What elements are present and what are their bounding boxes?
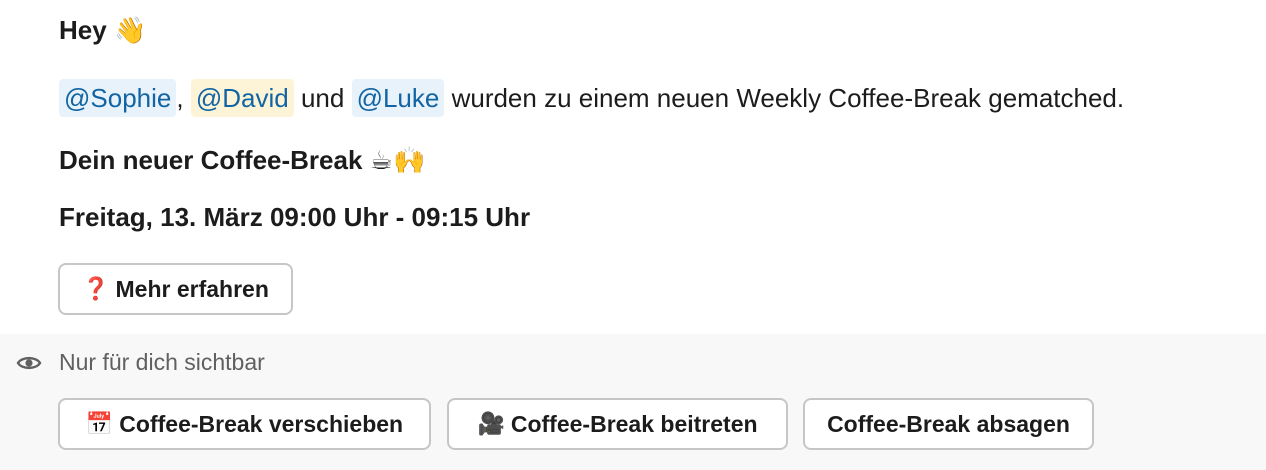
mention-luke[interactable]: @Luke bbox=[351, 79, 445, 117]
reschedule-label: Coffee-Break verschieben bbox=[119, 410, 404, 437]
join-label: Coffee-Break beitreten bbox=[510, 410, 758, 437]
match-text-rest: wurden zu einem neuen Weekly Coffee-Brea… bbox=[451, 83, 1125, 113]
mention-sophie[interactable]: @Sophie bbox=[59, 79, 177, 117]
visibility-note: Nur für dich sichtbar bbox=[59, 349, 265, 375]
waving-hand-icon: 👋 bbox=[113, 16, 147, 46]
mention-david[interactable]: @David bbox=[190, 79, 294, 117]
coffee-and-raised-hands-icon: ☕🙌 bbox=[369, 146, 426, 176]
greeting-line: Hey 👋 bbox=[59, 8, 146, 53]
join-button[interactable]: 🎥 Coffee-Break beitreten bbox=[447, 398, 788, 450]
conjunction: und bbox=[300, 83, 345, 113]
learn-more-label: Mehr erfahren bbox=[115, 275, 269, 302]
ephemeral-section: Nur für dich sichtbar 📅 Coffee-Break ver… bbox=[0, 334, 1266, 470]
meeting-datetime: Freitag, 13. März 09:00 Uhr - 09:15 Uhr bbox=[59, 202, 531, 232]
cancel-label: Coffee-Break absagen bbox=[827, 410, 1070, 437]
cancel-button[interactable]: Coffee-Break absagen bbox=[803, 398, 1094, 450]
greeting-text: Hey bbox=[59, 15, 107, 45]
match-text: @Sophie, @David und @Luke wurden zu eine… bbox=[59, 77, 1124, 119]
subtitle: Dein neuer Coffee-Break ☕🙌 bbox=[59, 139, 425, 182]
eye-icon bbox=[16, 356, 42, 370]
comma: , bbox=[176, 83, 184, 113]
reschedule-button[interactable]: 📅 Coffee-Break verschieben bbox=[58, 398, 431, 450]
learn-more-button[interactable]: ❓ Mehr erfahren bbox=[58, 263, 293, 315]
question-mark-icon: ❓ bbox=[82, 276, 110, 302]
movie-camera-icon: 🎥 bbox=[477, 411, 505, 437]
subtitle-text: Dein neuer Coffee-Break bbox=[59, 145, 363, 175]
calendar-icon: 📅 bbox=[85, 411, 114, 437]
